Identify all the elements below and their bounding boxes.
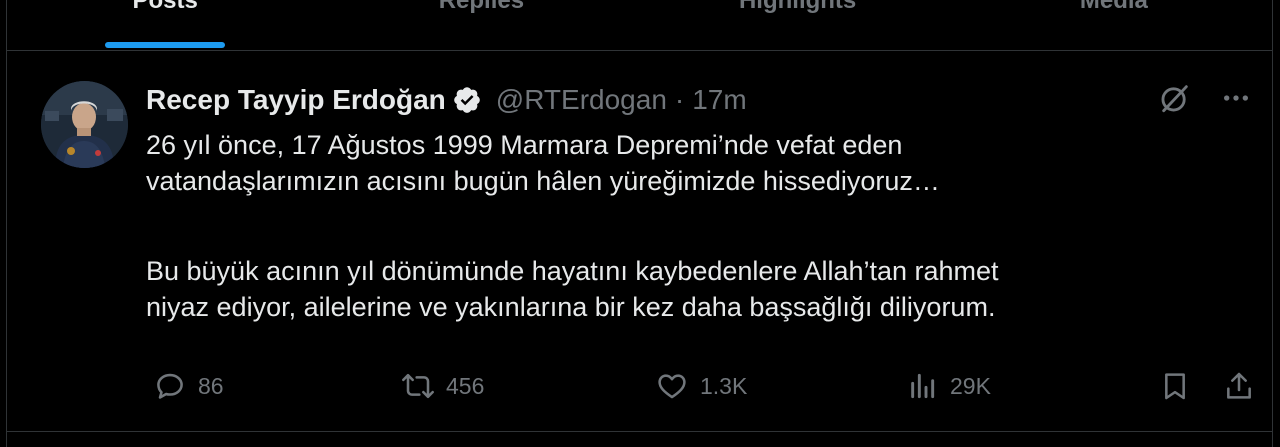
avatar-photo (41, 81, 128, 168)
tweet-paragraph: Bu büyük acının yıl dönümünde hayatını k… (146, 253, 1226, 325)
views-icon (911, 373, 935, 399)
bookmark-button[interactable] (1159, 369, 1191, 403)
avatar[interactable] (41, 81, 128, 168)
tab-highlights-label: Highlights (738, 0, 857, 14)
tab-replies[interactable]: Replies (323, 0, 639, 50)
reply-button[interactable]: 86 (154, 369, 224, 403)
tab-media-label: Media (1079, 0, 1148, 14)
views-button[interactable]: 29K (906, 369, 991, 403)
separator-dot: · (674, 84, 685, 115)
repost-button[interactable]: 456 (402, 369, 484, 403)
author-name[interactable]: Recep Tayyip Erdoğan (146, 84, 446, 116)
share-button[interactable] (1223, 369, 1255, 403)
tweet-line: vatandaşlarımızın acısını bugün hâlen yü… (146, 166, 940, 196)
tab-highlights[interactable]: Highlights (640, 0, 956, 50)
tab-media[interactable]: Media (956, 0, 1272, 50)
repost-count: 456 (446, 372, 485, 399)
grok-icon[interactable] (1158, 81, 1192, 115)
tab-replies-label: Replies (438, 0, 525, 14)
share-icon (1227, 372, 1251, 399)
tab-posts-label: Posts (132, 0, 198, 14)
bookmark-icon (1165, 373, 1185, 400)
tweet[interactable]: Recep Tayyip Erdoğan @RTErdogan · 17m 26 (7, 51, 1272, 432)
tweet-paragraph: 26 yıl önce, 17 Ağustos 1999 Marmara Dep… (146, 127, 1226, 199)
verified-badge-icon[interactable] (452, 85, 482, 115)
tweet-line: Bu büyük acının yıl dönümünde hayatını k… (146, 256, 999, 286)
tab-posts[interactable]: Posts (7, 0, 323, 50)
profile-tabs: Posts Replies Highlights Media (7, 0, 1272, 51)
tweet-line: 26 yıl önce, 17 Ağustos 1999 Marmara Dep… (146, 130, 903, 160)
tweet-text: 26 yıl önce, 17 Ağustos 1999 Marmara Dep… (146, 127, 1226, 325)
tweet-header: Recep Tayyip Erdoğan @RTErdogan · 17m (146, 83, 747, 117)
profile-timeline: Posts Replies Highlights Media Recep Tay… (6, 0, 1273, 447)
reply-count: 86 (198, 372, 224, 399)
reply-icon (157, 373, 183, 399)
tweet-timestamp[interactable]: 17m (692, 84, 746, 116)
like-count: 1.3K (700, 372, 748, 399)
repost-icon (402, 373, 434, 399)
tweet-action-bar: 86 456 1.3K 29K (146, 369, 1256, 403)
author-handle[interactable]: @RTErdogan (496, 84, 667, 116)
more-icon[interactable] (1220, 82, 1252, 114)
tweet-top-actions (1158, 81, 1252, 115)
tweet-line: niyaz ediyor, ailelerine ve yakınlarına … (146, 292, 996, 322)
heart-icon (658, 374, 686, 399)
like-button[interactable]: 1.3K (656, 369, 747, 403)
active-tab-indicator (105, 42, 226, 48)
view-count: 29K (950, 372, 991, 399)
